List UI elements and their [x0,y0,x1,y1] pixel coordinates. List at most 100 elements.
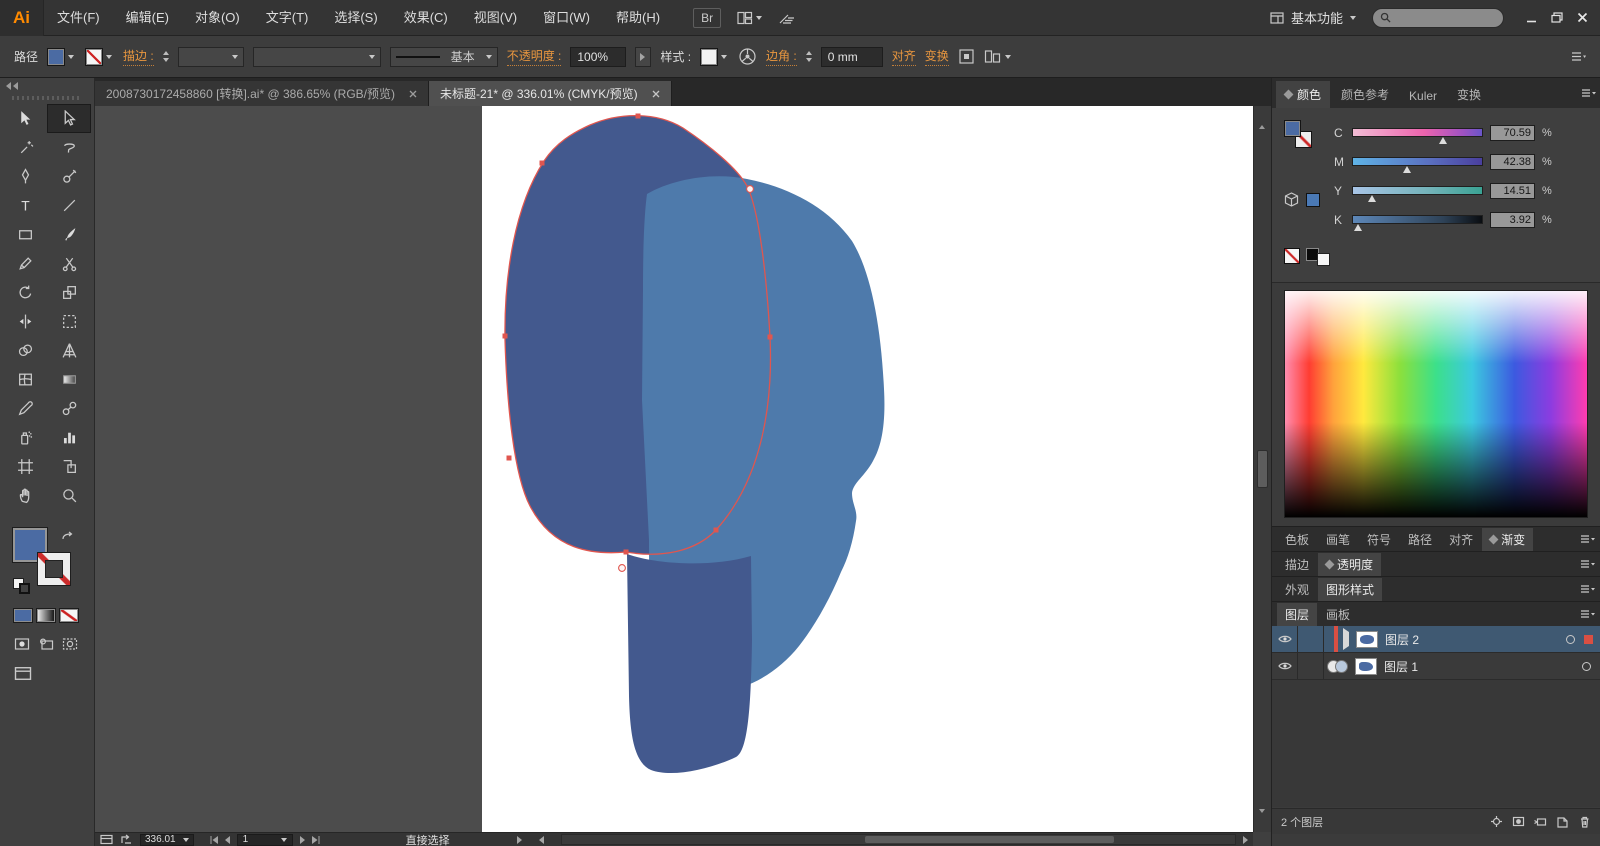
tab-transparency[interactable]: 透明度 [1318,552,1382,576]
panel-menu-icon[interactable] [1581,88,1596,99]
blend-tool[interactable] [47,394,91,423]
slider-thumb[interactable] [1403,166,1412,173]
magic-wand-tool[interactable] [3,133,47,162]
last-artboard-icon[interactable] [311,835,321,844]
perspective-grid-tool[interactable] [47,336,91,365]
direct-selection-tool[interactable] [47,104,91,133]
swap-fill-stroke-icon[interactable] [61,530,74,543]
first-artboard-icon[interactable] [209,835,218,844]
line-segment-tool[interactable] [47,191,91,220]
minimize-button[interactable] [1526,13,1537,23]
scroll-right-icon[interactable] [1243,835,1248,844]
horizontal-scroll-thumb[interactable] [864,836,1114,843]
tab-align[interactable]: 对齐 [1441,528,1481,551]
layer-name[interactable]: 图层 1 [1384,658,1418,675]
next-artboard-icon[interactable] [299,835,305,844]
corner-stepper[interactable] [805,51,812,62]
menu-object[interactable]: 对象(O) [182,0,253,36]
dark-blue-neck-shape[interactable] [627,554,752,774]
arrange-documents-button[interactable] [737,11,763,25]
tab-pathfinder[interactable]: 路径 [1400,528,1440,551]
symbol-sprayer-tool[interactable] [3,423,47,452]
status-expand-icon[interactable] [516,835,522,844]
variable-width-profile-dropdown[interactable] [252,46,381,67]
close-icon[interactable] [652,90,660,98]
screen-mode-button[interactable] [13,666,94,681]
scissors-tool[interactable] [47,249,91,278]
visibility-cell[interactable] [1272,653,1298,679]
layer-row-1[interactable]: 图层 1 [1272,653,1600,680]
cyan-slider[interactable] [1352,128,1483,144]
rotate-tool[interactable] [3,278,47,307]
draw-inside-icon[interactable] [59,636,81,652]
none-button[interactable] [59,608,79,623]
fill-color-swatch[interactable] [47,47,76,66]
previous-artboard-icon[interactable] [224,835,230,844]
layer-name[interactable]: 图层 2 [1385,631,1419,648]
document-tab[interactable]: 2008730172458860 [转换].ai* @ 386.65% (RGB… [95,81,430,106]
closest-web-color-swatch[interactable] [1306,193,1320,207]
draw-behind-icon[interactable] [35,636,57,652]
status-misc-icon-2[interactable] [120,834,133,845]
tab-kuler[interactable]: Kuler [1400,84,1446,108]
visibility-cell[interactable] [1272,626,1298,652]
eyedropper-tool[interactable] [3,394,47,423]
slice-tool[interactable] [47,452,91,481]
slider-thumb[interactable] [1439,137,1448,144]
cyan-value-field[interactable]: 70.59 [1490,124,1535,141]
delete-layer-icon[interactable] [1578,815,1591,828]
yellow-value-field[interactable]: 14.51 [1490,182,1535,199]
menu-view[interactable]: 视图(V) [461,0,530,36]
hand-tool[interactable] [3,481,47,510]
stroke-weight-stepper[interactable] [162,51,169,62]
tab-brushes[interactable]: 画笔 [1318,528,1358,551]
scroll-down-icon[interactable] [1259,809,1265,828]
toolbar-grip[interactable] [12,96,82,100]
panel-menu-icon[interactable] [1580,559,1595,570]
corner-field[interactable]: 0 mm [820,46,883,67]
status-misc-icon-1[interactable] [100,834,113,845]
tab-color[interactable]: 颜色 [1276,81,1331,108]
vertical-scrollbar[interactable] [1253,106,1271,832]
paintbrush-tool[interactable] [47,220,91,249]
stroke-weight-dropdown[interactable] [177,46,244,67]
color-button[interactable] [13,608,33,623]
align-link[interactable]: 对齐 [891,47,916,66]
workspace-switcher[interactable]: 基本功能 [1270,8,1356,27]
tab-color-guide[interactable]: 颜色参考 [1332,81,1398,108]
close-button[interactable] [1577,12,1588,23]
zoom-level-field[interactable]: 336.01 [140,833,194,846]
new-layer-icon[interactable] [1556,815,1569,828]
yellow-slider[interactable] [1352,186,1483,202]
tab-symbols[interactable]: 符号 [1359,528,1399,551]
transform-link[interactable]: 变换 [924,47,949,66]
collapse-toolbar-icon[interactable] [5,82,19,90]
menu-type[interactable]: 文字(T) [253,0,322,36]
control-panel-menu-icon[interactable] [1570,51,1586,63]
color-spectrum[interactable] [1284,290,1588,518]
lock-cell[interactable] [1298,653,1324,679]
panel-menu-icon[interactable] [1580,584,1595,595]
artboard-number-field[interactable]: 1 [236,833,293,846]
lasso-tool[interactable] [47,133,91,162]
tab-appearance[interactable]: 外观 [1277,578,1317,601]
isolate-selected-object-icon[interactable] [958,48,975,65]
free-transform-tool[interactable] [47,307,91,336]
none-swatch[interactable] [1284,248,1300,264]
menu-edit[interactable]: 编辑(E) [113,0,182,36]
tab-swatches[interactable]: 色板 [1277,528,1317,551]
magenta-value-field[interactable]: 42.38 [1490,153,1535,170]
gradient-tool[interactable] [47,365,91,394]
tab-artboards[interactable]: 画板 [1318,603,1358,626]
target-circle-icon[interactable] [1582,661,1591,671]
document-tab-active[interactable]: 未标题-21* @ 336.01% (CMYK/预览) [429,81,672,106]
mesh-tool[interactable] [3,365,47,394]
vertical-scroll-thumb[interactable] [1257,450,1268,488]
menu-help[interactable]: 帮助(H) [603,0,673,36]
scale-tool[interactable] [47,278,91,307]
scroll-left-icon[interactable] [538,835,544,844]
artboard-tool[interactable] [3,452,47,481]
panel-menu-icon[interactable] [1580,609,1595,620]
tab-graphic-styles[interactable]: 图形样式 [1318,577,1383,601]
search-box[interactable] [1372,7,1504,28]
